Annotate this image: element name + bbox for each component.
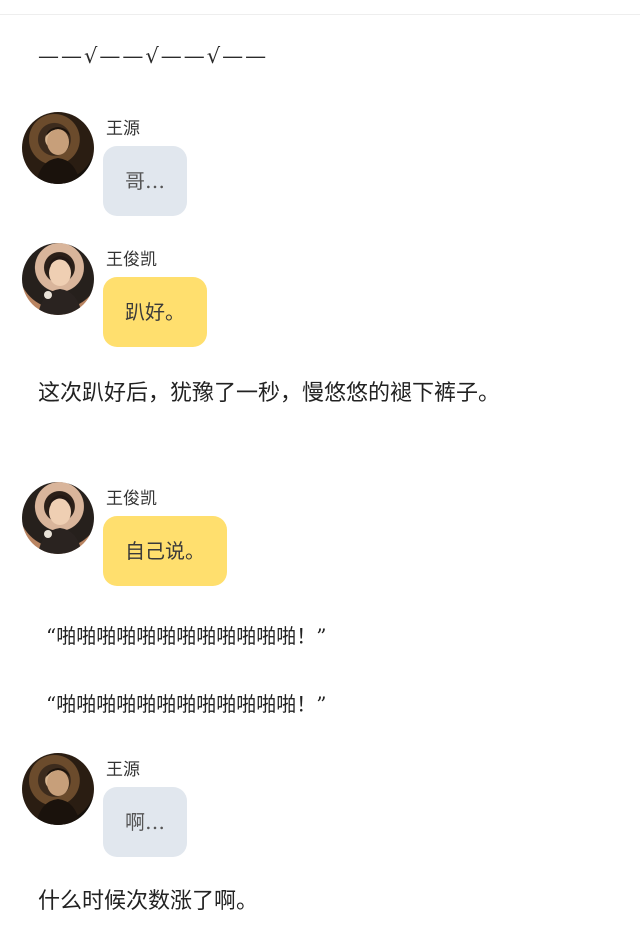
quote-line: “啪啪啪啪啪啪啪啪啪啪啪啪！” [46, 624, 327, 648]
section-divider: ——√——√——√—— [38, 44, 269, 68]
narration-paragraph: 什么时候次数涨了啊。 [38, 889, 259, 914]
avatar[interactable] [22, 482, 94, 554]
top-divider [0, 14, 640, 15]
narration-paragraph: 这次趴好后，犹豫了一秒，慢悠悠的褪下裤子。 [38, 381, 501, 406]
message-bubble[interactable]: 哥… [103, 146, 187, 216]
avatar[interactable] [22, 243, 94, 315]
avatar-portrait-icon [36, 768, 80, 825]
avatar-portrait-icon [36, 127, 80, 184]
message-bubble[interactable]: 啊… [103, 787, 187, 857]
sender-name: 王源 [106, 119, 140, 139]
sender-name: 王俊凯 [106, 250, 157, 270]
message-bubble[interactable]: 趴好。 [103, 277, 207, 347]
avatar[interactable] [22, 753, 94, 825]
avatar[interactable] [22, 112, 94, 184]
sender-name: 王源 [106, 760, 140, 780]
message-bubble[interactable]: 自己说。 [103, 516, 227, 586]
quote-line: “啪啪啪啪啪啪啪啪啪啪啪啪！” [46, 692, 327, 716]
avatar-portrait-icon [38, 495, 82, 554]
avatar-portrait-icon [38, 256, 82, 315]
sender-name: 王俊凯 [106, 489, 157, 509]
